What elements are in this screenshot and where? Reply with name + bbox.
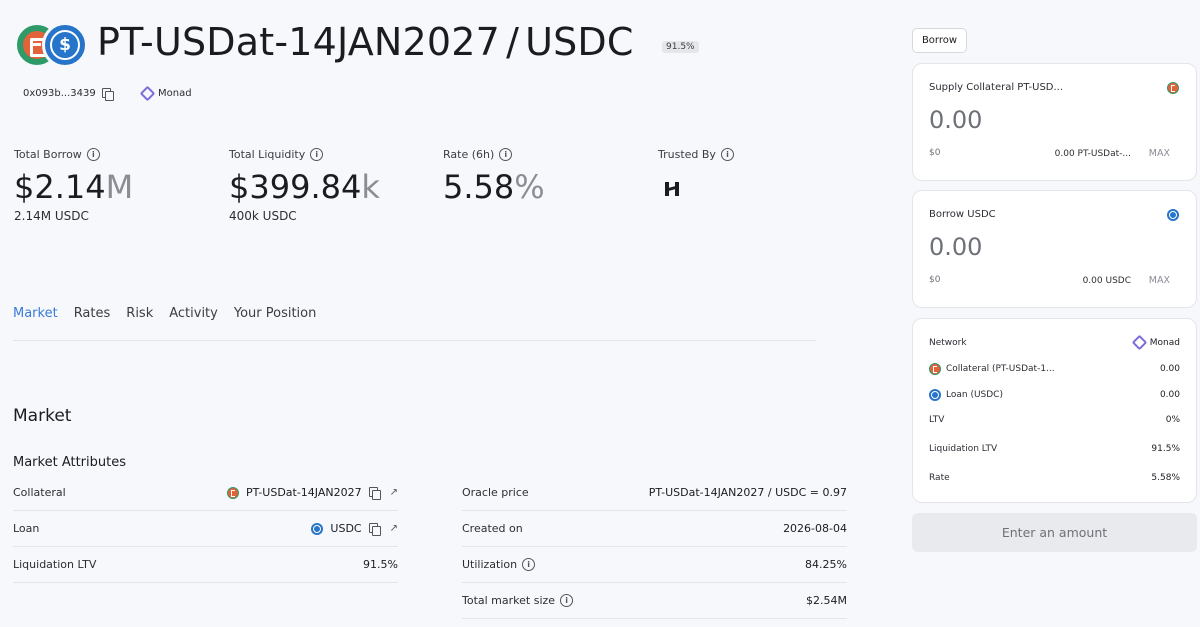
usd-value: $0 — [929, 148, 941, 158]
collateral-balance: 0.00 PT-USDat-... — [1054, 149, 1131, 159]
usdc-token-icon — [1167, 209, 1179, 221]
attr-label: Created on — [462, 522, 523, 535]
usd-value: $0 — [929, 275, 941, 285]
loan-balance: 0.00 USDC — [1082, 276, 1131, 286]
network-badge: Monad — [139, 85, 192, 102]
address-text: 0x093b...3439 — [23, 88, 96, 99]
attr-value: PT-USDat-14JAN2027 / USDC = 0.97 — [648, 486, 847, 499]
stat-label: Total Borrow — [14, 148, 82, 161]
pair-quote: USDC — [525, 20, 634, 64]
stat-total-liquidity: Total Liquidity i $399.84k 400k USDC — [229, 148, 380, 223]
attr-row-liquidation-ltv: Liquidation LTV 91.5% — [13, 547, 398, 583]
attr-label: Collateral — [13, 486, 66, 499]
attr-label: Utilization — [462, 558, 518, 571]
attr-value: USDC — [330, 522, 362, 535]
network-name: Monad — [158, 88, 192, 99]
copy-icon[interactable] — [101, 88, 114, 101]
pt-token-icon — [226, 486, 239, 499]
card-label: Supply Collateral PT-USD... — [929, 82, 1064, 93]
market-tabs: Market Rates Risk Activity Your Position — [13, 306, 316, 341]
stat-label: Rate (6h) — [443, 148, 495, 161]
attr-row-utilization: Utilization i 84.25% — [462, 547, 847, 583]
pt-token-icon — [929, 363, 941, 375]
tab-your-position[interactable]: Your Position — [234, 306, 317, 341]
attr-label: Oracle price — [462, 486, 529, 499]
borrow-amount-input[interactable]: 0.00 — [929, 233, 982, 261]
ltv-badge: 91.5% — [662, 41, 699, 53]
tab-risk[interactable]: Risk — [126, 306, 153, 341]
info-icon[interactable]: i — [310, 148, 324, 161]
attr-value: 2026-08-04 — [783, 522, 847, 535]
card-label: Borrow USDC — [929, 209, 996, 220]
usdc-token-icon: $ — [42, 22, 88, 68]
attr-value: $2.54M — [806, 594, 847, 607]
stat-sub: 2.14M USDC — [14, 209, 89, 223]
pair-separator: / — [506, 20, 520, 64]
section-title: Market — [13, 406, 72, 426]
supply-collateral-card[interactable]: Supply Collateral PT-USD... 0.00 $0 0.00… — [912, 63, 1197, 181]
attributes-title: Market Attributes — [13, 455, 126, 470]
pair-base: PT-USDat-14JAN2027 — [97, 20, 501, 64]
info-icon[interactable]: i — [499, 148, 513, 161]
page-title: PT-USDat-14JAN2027/USDC — [97, 20, 634, 64]
stat-rate: Rate (6h) i 5.58% — [443, 148, 545, 206]
external-link-icon[interactable]: ↗ — [390, 523, 398, 534]
stat-label: Trusted By — [658, 148, 716, 161]
attr-row-oracle-price: Oracle price PT-USDat-14JAN2027 / USDC =… — [462, 475, 847, 511]
summary-liquidation-ltv: Liquidation LTV 91.5% — [929, 444, 1180, 454]
position-summary-card: Network Monad Collateral (PT-USDat-1... … — [912, 318, 1197, 503]
max-button[interactable]: MAX — [1149, 275, 1170, 286]
stat-label: Total Liquidity — [229, 148, 306, 161]
stat-value: 5.58% — [443, 168, 545, 206]
attr-label: Total market size — [462, 594, 556, 607]
stat-value: $2.14M — [14, 168, 134, 206]
external-link-icon[interactable]: ↗ — [390, 487, 398, 498]
attr-row-collateral: Collateral PT-USDat-14JAN2027 ↗ — [13, 475, 398, 511]
max-button[interactable]: MAX — [1149, 148, 1170, 159]
usdc-token-icon — [311, 522, 324, 535]
tab-activity[interactable]: Activity — [169, 306, 218, 341]
pt-token-icon — [1167, 82, 1179, 94]
summary-loan: Loan (USDC) 0.00 — [929, 389, 1180, 401]
attr-row-total-market-size: Total market size i $2.54M — [462, 583, 847, 619]
summary-rate: Rate 5.58% — [929, 473, 1180, 483]
stat-total-borrow: Total Borrow i $2.14M 2.14M USDC — [14, 148, 133, 223]
monad-icon — [139, 85, 156, 102]
info-icon[interactable]: i — [720, 148, 734, 161]
attr-value: PT-USDat-14JAN2027 — [245, 486, 362, 499]
market-address: 0x093b...3439 — [23, 88, 114, 101]
attr-label: Liquidation LTV — [13, 558, 97, 571]
stat-trusted-by: Trusted By i — [658, 148, 734, 161]
tab-market[interactable]: Market — [13, 306, 58, 341]
summary-network: Network Monad — [929, 334, 1180, 351]
supply-amount-input[interactable]: 0.00 — [929, 106, 982, 134]
attr-value: 84.25% — [805, 558, 847, 571]
stat-sub: 400k USDC — [229, 209, 297, 223]
tabs-divider — [13, 340, 816, 341]
info-icon[interactable]: i — [86, 148, 100, 161]
monad-icon — [1131, 334, 1148, 351]
attr-row-loan: Loan USDC ↗ — [13, 511, 398, 547]
info-icon[interactable]: i — [560, 594, 574, 607]
usdc-token-icon — [929, 389, 941, 401]
borrow-tab[interactable]: Borrow — [912, 28, 967, 53]
enter-amount-button[interactable]: Enter an amount — [912, 513, 1197, 552]
borrow-card[interactable]: Borrow USDC 0.00 $0 0.00 USDC MAX — [912, 190, 1197, 308]
info-icon[interactable]: i — [522, 558, 536, 571]
tab-rates[interactable]: Rates — [74, 306, 111, 341]
attr-label: Loan — [13, 522, 40, 535]
copy-icon[interactable] — [368, 523, 381, 536]
stat-value: $399.84k — [229, 168, 380, 206]
attr-row-created-on: Created on 2026-08-04 — [462, 511, 847, 547]
token-pair-logos: $ — [14, 22, 88, 70]
summary-ltv: LTV 0% — [929, 415, 1180, 425]
summary-collateral: Collateral (PT-USDat-1... 0.00 — [929, 363, 1180, 375]
copy-icon[interactable] — [368, 487, 381, 500]
attr-value: 91.5% — [363, 558, 398, 571]
